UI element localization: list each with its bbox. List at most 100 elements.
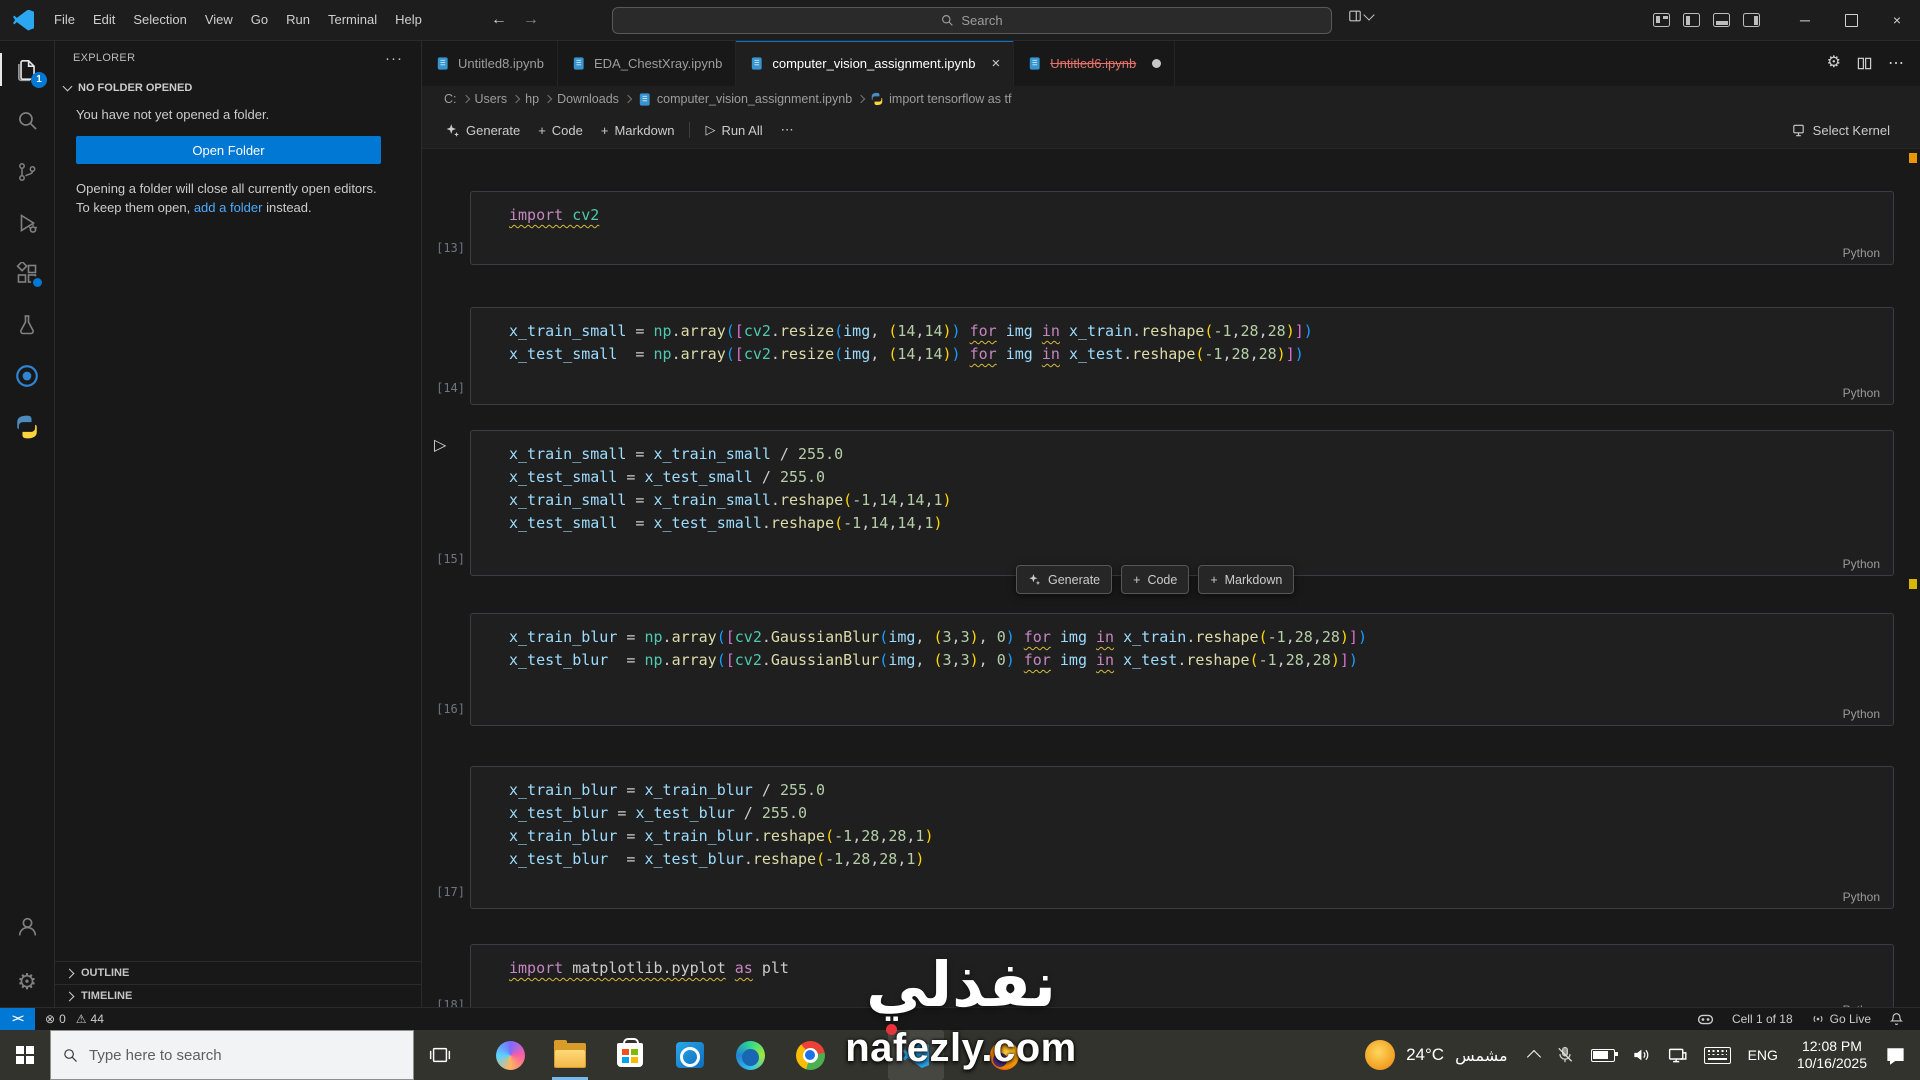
activity-account-icon[interactable]: [0, 901, 54, 952]
menu-item-help[interactable]: Help: [386, 0, 431, 40]
cell-language-picker[interactable]: Python: [1843, 246, 1880, 260]
network-icon[interactable]: [1659, 1045, 1696, 1066]
action-center-icon[interactable]: [1877, 1045, 1920, 1066]
volume-icon[interactable]: [1623, 1045, 1659, 1065]
outline-section[interactable]: OUTLINE: [55, 961, 421, 984]
run-cell-icon[interactable]: ▷: [434, 435, 446, 455]
breadcrumb-item[interactable]: hp: [525, 92, 539, 106]
close-tab-icon[interactable]: ×: [991, 55, 1000, 72]
taskbar-search-input[interactable]: Type here to search: [50, 1030, 414, 1080]
editor-layout-quickpick[interactable]: [1348, 8, 1375, 23]
cell-language-picker[interactable]: Python: [1843, 890, 1880, 904]
search-input[interactable]: Search: [612, 7, 1332, 34]
menu-item-run[interactable]: Run: [277, 0, 319, 40]
start-button[interactable]: [0, 1030, 50, 1080]
breadcrumb-item[interactable]: Downloads: [557, 92, 619, 106]
go-live-button[interactable]: Go Live: [1811, 1012, 1871, 1026]
toolbar-more-button[interactable]: ⋯: [772, 117, 803, 143]
activity-run-debug-icon[interactable]: [0, 197, 54, 248]
breadcrumb-item[interactable]: import tensorflow as tf: [870, 92, 1011, 106]
minimize-button[interactable]: ─: [1782, 0, 1828, 40]
activity-explorer-icon[interactable]: 1: [0, 44, 54, 95]
tray-expand-chevron-icon[interactable]: [1521, 1048, 1547, 1065]
touch-keyboard-icon[interactable]: [1696, 1046, 1739, 1064]
tab-bar: Untitled8.ipynb EDA_ChestXray.ipynb comput…: [422, 40, 1920, 86]
cell-editor[interactable]: import matplotlib.pyplot as pltPython: [470, 944, 1894, 1007]
task-view-button[interactable]: [414, 1030, 466, 1080]
tab-computer-vision-assignment[interactable]: computer_vision_assignment.ipynb ×: [736, 40, 1015, 86]
file-explorer-taskbar-icon[interactable]: [540, 1030, 600, 1080]
open-folder-button[interactable]: Open Folder: [76, 136, 381, 164]
battery-icon[interactable]: [1583, 1048, 1623, 1062]
floating-add-code-button[interactable]: + Code: [1121, 565, 1190, 594]
run-all-button[interactable]: ▷ Run All: [696, 117, 771, 143]
remote-indicator[interactable]: ><: [0, 1008, 35, 1030]
breadcrumb-item[interactable]: computer_vision_assignment.ipynb: [637, 92, 852, 107]
tab-eda-chestxray[interactable]: EDA_ChestXray.ipynb: [558, 40, 737, 86]
menu-item-view[interactable]: View: [196, 0, 242, 40]
tab-untitled6[interactable]: Untitled6.ipynb: [1014, 40, 1176, 86]
forward-arrow-icon[interactable]: →: [523, 11, 539, 29]
breadcrumb-item[interactable]: Users: [475, 92, 508, 106]
cell-editor[interactable]: x_train_small = np.array([cv2.resize(img…: [470, 307, 1894, 405]
outlook-taskbar-icon[interactable]: [660, 1030, 720, 1080]
activity-extensions-icon[interactable]: [0, 248, 54, 299]
toggle-sidebar-icon[interactable]: [1683, 13, 1700, 27]
add-code-cell-button[interactable]: + Code: [529, 117, 592, 143]
taskbar-search-placeholder: Type here to search: [89, 1046, 222, 1064]
cell-editor[interactable]: x_train_small = x_train_small / 255.0 x_t…: [470, 430, 1894, 576]
toggle-panel-icon[interactable]: [1713, 13, 1730, 27]
close-button[interactable]: ×: [1874, 0, 1920, 40]
notebook-settings-gear-icon[interactable]: ⚙: [1827, 55, 1841, 71]
clock[interactable]: 12:08 PM 10/16/2025: [1787, 1038, 1877, 1072]
microphone-muted-icon[interactable]: [1547, 1045, 1583, 1065]
chrome-taskbar-icon[interactable]: [780, 1030, 840, 1080]
activity-python-icon[interactable]: [0, 401, 54, 452]
add-folder-link[interactable]: add a folder: [194, 200, 263, 215]
back-arrow-icon[interactable]: ←: [491, 11, 507, 29]
add-markdown-cell-button[interactable]: + Markdown: [592, 117, 684, 143]
cell-editor[interactable]: x_train_blur = np.array([cv2.GaussianBlu…: [470, 613, 1894, 726]
activity-source-control-icon[interactable]: [0, 146, 54, 197]
cell-language-picker[interactable]: Python: [1843, 557, 1880, 571]
microsoft-store-taskbar-icon[interactable]: [600, 1030, 660, 1080]
cell-indicator[interactable]: Cell 1 of 18: [1732, 1012, 1793, 1026]
activity-testing-icon[interactable]: [0, 299, 54, 350]
menu-item-selection[interactable]: Selection: [124, 0, 195, 40]
activity-search-icon[interactable]: [0, 95, 54, 146]
code-line: x_train_blur = x_train_blur / 255.0: [509, 781, 826, 799]
cell-editor[interactable]: x_train_blur = x_train_blur / 255.0 x_tes…: [470, 766, 1894, 909]
problems-indicator[interactable]: ⊗ 0 ⚠ 44: [45, 1012, 104, 1026]
floating-add-markdown-button[interactable]: + Markdown: [1198, 565, 1295, 594]
weather-widget[interactable]: 24°C مشمس: [1352, 1040, 1520, 1070]
customize-layout-icon[interactable]: [1653, 13, 1670, 27]
sidebar-more-actions-icon[interactable]: ···: [385, 50, 403, 67]
copilot-taskbar-icon[interactable]: [480, 1030, 540, 1080]
menu-item-edit[interactable]: Edit: [84, 0, 124, 40]
tab-untitled8[interactable]: Untitled8.ipynb: [422, 40, 558, 86]
timeline-section[interactable]: TIMELINE: [55, 984, 421, 1007]
maximize-button[interactable]: [1828, 0, 1874, 40]
edge-taskbar-icon[interactable]: [720, 1030, 780, 1080]
breadcrumb-item[interactable]: C:: [444, 92, 457, 106]
no-folder-section-header[interactable]: NO FOLDER OPENED: [55, 76, 421, 99]
activity-remote-circle-icon[interactable]: [0, 350, 54, 401]
activity-settings-icon[interactable]: ⚙: [0, 956, 54, 1007]
generate-button[interactable]: Generate: [436, 117, 529, 143]
floating-generate-button[interactable]: Generate: [1016, 565, 1113, 594]
toggle-secondary-sidebar-icon[interactable]: [1743, 13, 1760, 27]
cell-language-picker[interactable]: Python: [1843, 386, 1880, 400]
copilot-status-icon[interactable]: [1697, 1011, 1714, 1028]
cell-editor[interactable]: import cv2 Python: [470, 191, 1894, 265]
vscode-taskbar-icon[interactable]: [888, 1030, 944, 1080]
menu-item-go[interactable]: Go: [242, 0, 277, 40]
input-language-indicator[interactable]: ENG: [1739, 1047, 1787, 1063]
cell-language-picker[interactable]: Python: [1843, 707, 1880, 721]
firefox-taskbar-icon[interactable]: [974, 1030, 1034, 1080]
menu-item-terminal[interactable]: Terminal: [319, 0, 386, 40]
split-editor-icon[interactable]: [1857, 56, 1872, 71]
more-actions-icon[interactable]: ⋯: [1888, 53, 1904, 73]
select-kernel-button[interactable]: Select Kernel: [1791, 123, 1910, 138]
notifications-bell-icon[interactable]: [1889, 1012, 1904, 1027]
menu-item-file[interactable]: File: [45, 0, 84, 40]
